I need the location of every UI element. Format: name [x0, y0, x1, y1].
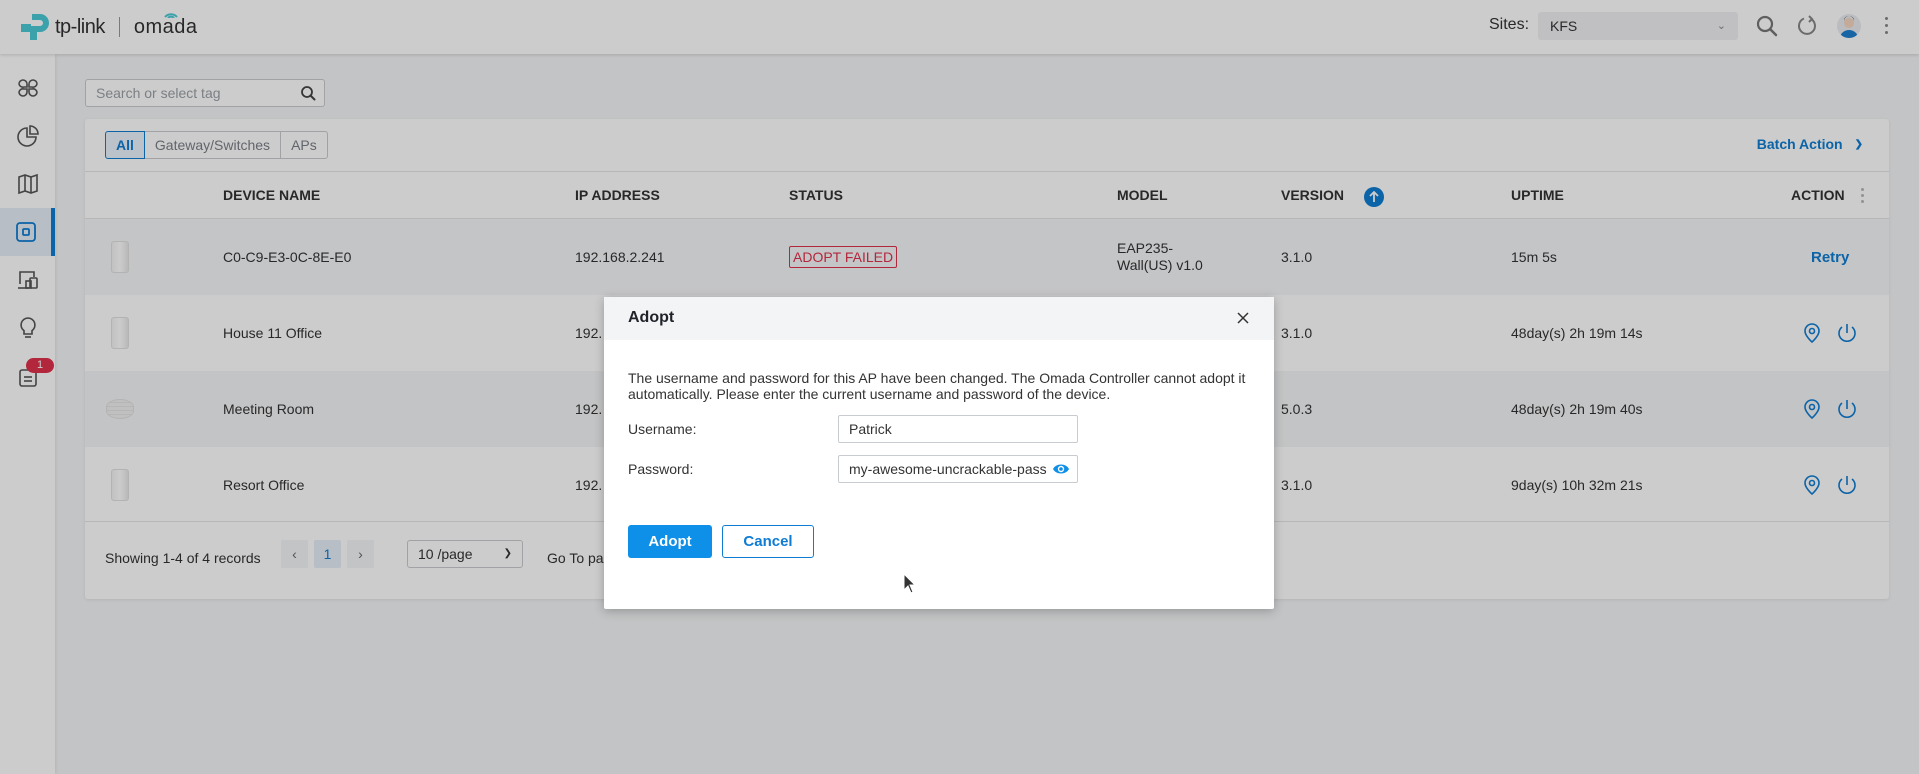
username-label: Username:	[628, 421, 697, 437]
dialog-title: Adopt	[628, 309, 675, 326]
close-icon[interactable]	[1234, 309, 1252, 327]
username-input[interactable]	[839, 416, 1039, 442]
password-field[interactable]	[838, 455, 1078, 483]
adopt-dialog: Adopt The username and password for this…	[604, 297, 1274, 609]
username-field[interactable]	[838, 415, 1078, 443]
dialog-message: The username and password for this AP ha…	[628, 370, 1246, 402]
password-label: Password:	[628, 461, 694, 477]
show-password-eye-icon[interactable]	[1052, 462, 1070, 476]
cancel-button[interactable]: Cancel	[722, 525, 814, 558]
mouse-cursor-icon	[903, 573, 917, 594]
adopt-button[interactable]: Adopt	[628, 525, 712, 558]
password-input[interactable]	[839, 456, 1049, 482]
dialog-header: Adopt	[604, 297, 1274, 340]
